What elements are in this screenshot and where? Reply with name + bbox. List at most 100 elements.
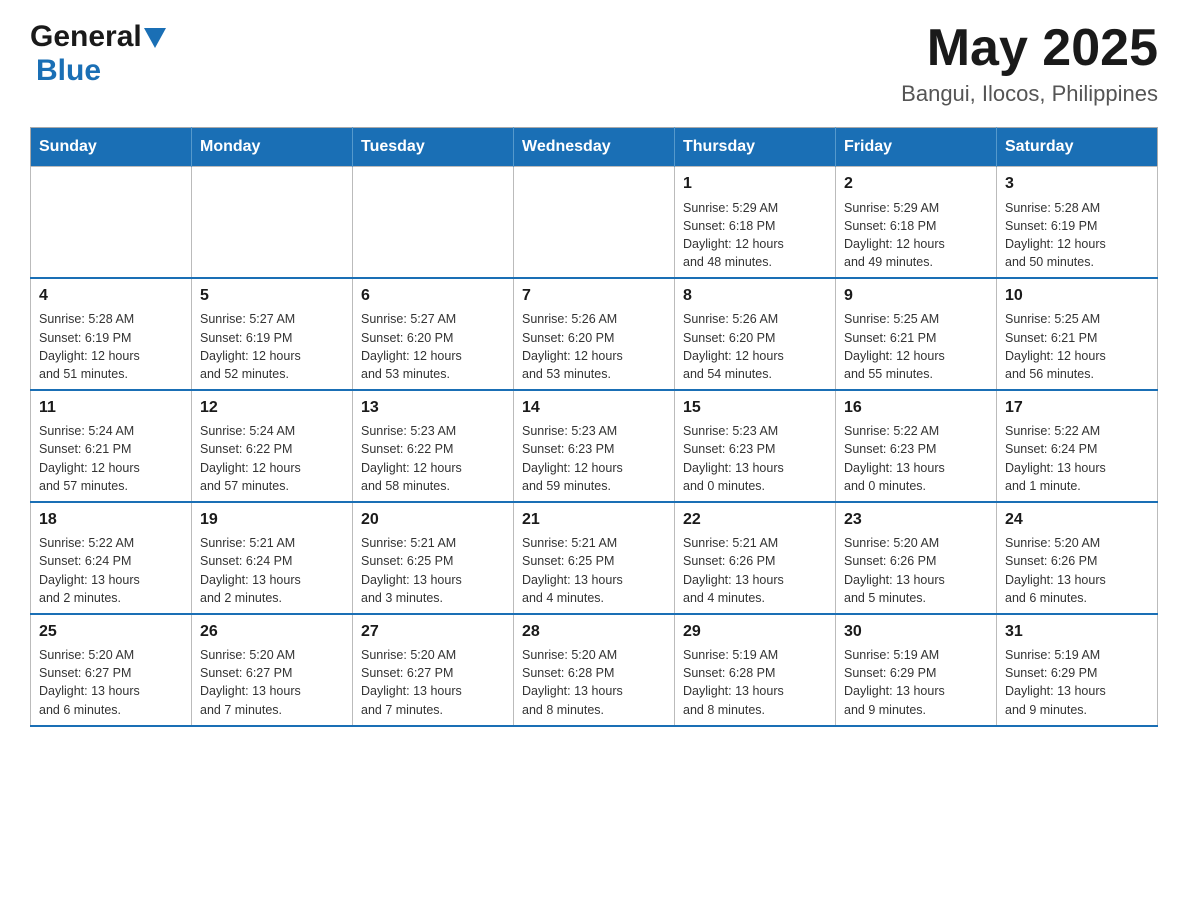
calendar-day-cell: 12Sunrise: 5:24 AMSunset: 6:22 PMDayligh… [192,390,353,502]
day-number: 12 [200,397,344,419]
day-number: 14 [522,397,666,419]
title-area: May 2025 Bangui, Ilocos, Philippines [901,20,1158,107]
day-number: 18 [39,509,183,531]
day-number: 15 [683,397,827,419]
calendar-week-row: 11 Sunrise: 5:24 AMSunset: 6:21 PMDayligh… [31,390,1158,502]
day-number: 25 [39,621,183,643]
day-info: Sunrise: 5:26 AMSunset: 6:20 PMDaylight:… [522,310,666,383]
month-year-title: May 2025 [901,20,1158,77]
day-info: Sunrise: 5:23 AMSunset: 6:23 PMDaylight:… [683,422,827,495]
logo-blue-text: Blue [32,54,101,88]
day-number: 26 [200,621,344,643]
day-info: Sunrise: 5:20 AMSunset: 6:26 PMDaylight:… [1005,534,1149,607]
logo-triangle-icon [144,28,166,50]
day-info: Sunrise: 5:29 AMSunset: 6:18 PMDaylight:… [683,199,827,272]
column-header-sunday: Sunday [31,128,192,167]
calendar-day-cell: 19Sunrise: 5:21 AMSunset: 6:24 PMDayligh… [192,502,353,614]
calendar-day-cell: 4 Sunrise: 5:28 AMSunset: 6:19 PMDaylight… [31,278,192,390]
day-number: 6 [361,285,505,307]
calendar-week-row: 25 Sunrise: 5:20 AMSunset: 6:27 PMDayligh… [31,614,1158,726]
calendar-day-cell: 26Sunrise: 5:20 AMSunset: 6:27 PMDayligh… [192,614,353,726]
day-info: Sunrise: 5:22 AMSunset: 6:24 PMDaylight:… [1005,422,1149,495]
calendar-week-row: 1 Sunrise: 5:29 AMSunset: 6:18 PMDaylight… [31,167,1158,278]
empty-cell [514,167,675,278]
calendar-table: SundayMondayTuesdayWednesdayThursdayFrid… [30,127,1158,726]
day-info: Sunrise: 5:23 AMSunset: 6:22 PMDaylight:… [361,422,505,495]
calendar-day-cell: 15 Sunrise: 5:23 AMSunset: 6:23 PMDayligh… [675,390,836,502]
day-number: 27 [361,621,505,643]
calendar-day-cell: 9 Sunrise: 5:25 AMSunset: 6:21 PMDaylight… [836,278,997,390]
day-number: 3 [1005,173,1149,195]
empty-cell [353,167,514,278]
calendar-day-cell: 23 Sunrise: 5:20 AMSunset: 6:26 PMDayligh… [836,502,997,614]
calendar-day-cell: 28 Sunrise: 5:20 AMSunset: 6:28 PMDayligh… [514,614,675,726]
calendar-day-cell: 22 Sunrise: 5:21 AMSunset: 6:26 PMDayligh… [675,502,836,614]
day-info: Sunrise: 5:22 AMSunset: 6:24 PMDaylight:… [39,534,183,607]
day-info: Sunrise: 5:20 AMSunset: 6:28 PMDaylight:… [522,646,666,719]
day-number: 2 [844,173,988,195]
day-info: Sunrise: 5:20 AMSunset: 6:26 PMDaylight:… [844,534,988,607]
day-info: Sunrise: 5:22 AMSunset: 6:23 PMDaylight:… [844,422,988,495]
logo: General Blue [30,20,166,88]
calendar-day-cell: 6 Sunrise: 5:27 AMSunset: 6:20 PMDaylight… [353,278,514,390]
calendar-day-cell: 1 Sunrise: 5:29 AMSunset: 6:18 PMDaylight… [675,167,836,278]
day-number: 17 [1005,397,1149,419]
day-number: 8 [683,285,827,307]
day-number: 11 [39,397,183,419]
day-number: 28 [522,621,666,643]
column-header-saturday: Saturday [997,128,1158,167]
column-header-wednesday: Wednesday [514,128,675,167]
day-number: 29 [683,621,827,643]
day-number: 23 [844,509,988,531]
calendar-day-cell: 27 Sunrise: 5:20 AMSunset: 6:27 PMDayligh… [353,614,514,726]
day-number: 16 [844,397,988,419]
column-header-friday: Friday [836,128,997,167]
calendar-day-cell: 10 Sunrise: 5:25 AMSunset: 6:21 PMDayligh… [997,278,1158,390]
day-number: 13 [361,397,505,419]
day-info: Sunrise: 5:19 AMSunset: 6:29 PMDaylight:… [844,646,988,719]
day-number: 22 [683,509,827,531]
day-info: Sunrise: 5:21 AMSunset: 6:24 PMDaylight:… [200,534,344,607]
calendar-day-cell: 16 Sunrise: 5:22 AMSunset: 6:23 PMDayligh… [836,390,997,502]
calendar-day-cell: 8 Sunrise: 5:26 AMSunset: 6:20 PMDaylight… [675,278,836,390]
day-info: Sunrise: 5:20 AMSunset: 6:27 PMDaylight:… [39,646,183,719]
calendar-day-cell: 31Sunrise: 5:19 AMSunset: 6:29 PMDayligh… [997,614,1158,726]
empty-cell [31,167,192,278]
day-info: Sunrise: 5:25 AMSunset: 6:21 PMDaylight:… [1005,310,1149,383]
day-info: Sunrise: 5:28 AMSunset: 6:19 PMDaylight:… [1005,199,1149,272]
day-info: Sunrise: 5:27 AMSunset: 6:19 PMDaylight:… [200,310,344,383]
calendar-day-cell: 11 Sunrise: 5:24 AMSunset: 6:21 PMDayligh… [31,390,192,502]
calendar-day-cell: 7 Sunrise: 5:26 AMSunset: 6:20 PMDaylight… [514,278,675,390]
day-info: Sunrise: 5:28 AMSunset: 6:19 PMDaylight:… [39,310,183,383]
calendar-day-cell: 24Sunrise: 5:20 AMSunset: 6:26 PMDayligh… [997,502,1158,614]
calendar-day-cell: 17 Sunrise: 5:22 AMSunset: 6:24 PMDayligh… [997,390,1158,502]
location-subtitle: Bangui, Ilocos, Philippines [901,81,1158,107]
day-number: 30 [844,621,988,643]
day-number: 7 [522,285,666,307]
day-info: Sunrise: 5:27 AMSunset: 6:20 PMDaylight:… [361,310,505,383]
day-info: Sunrise: 5:20 AMSunset: 6:27 PMDaylight:… [361,646,505,719]
day-info: Sunrise: 5:24 AMSunset: 6:21 PMDaylight:… [39,422,183,495]
calendar-day-cell: 3 Sunrise: 5:28 AMSunset: 6:19 PMDaylight… [997,167,1158,278]
page-header: General Blue May 2025 Bangui, Ilocos, Ph… [30,20,1158,107]
calendar-day-cell: 29 Sunrise: 5:19 AMSunset: 6:28 PMDayligh… [675,614,836,726]
day-info: Sunrise: 5:19 AMSunset: 6:28 PMDaylight:… [683,646,827,719]
calendar-day-cell: 30 Sunrise: 5:19 AMSunset: 6:29 PMDayligh… [836,614,997,726]
day-number: 4 [39,285,183,307]
day-number: 9 [844,285,988,307]
calendar-day-cell: 2Sunrise: 5:29 AMSunset: 6:18 PMDaylight… [836,167,997,278]
day-info: Sunrise: 5:23 AMSunset: 6:23 PMDaylight:… [522,422,666,495]
day-number: 10 [1005,285,1149,307]
day-info: Sunrise: 5:25 AMSunset: 6:21 PMDaylight:… [844,310,988,383]
day-info: Sunrise: 5:26 AMSunset: 6:20 PMDaylight:… [683,310,827,383]
day-info: Sunrise: 5:21 AMSunset: 6:25 PMDaylight:… [522,534,666,607]
empty-cell [192,167,353,278]
day-info: Sunrise: 5:21 AMSunset: 6:25 PMDaylight:… [361,534,505,607]
day-number: 20 [361,509,505,531]
day-info: Sunrise: 5:21 AMSunset: 6:26 PMDaylight:… [683,534,827,607]
day-number: 21 [522,509,666,531]
calendar-day-cell: 20 Sunrise: 5:21 AMSunset: 6:25 PMDayligh… [353,502,514,614]
column-header-tuesday: Tuesday [353,128,514,167]
day-number: 1 [683,173,827,195]
calendar-week-row: 18 Sunrise: 5:22 AMSunset: 6:24 PMDayligh… [31,502,1158,614]
